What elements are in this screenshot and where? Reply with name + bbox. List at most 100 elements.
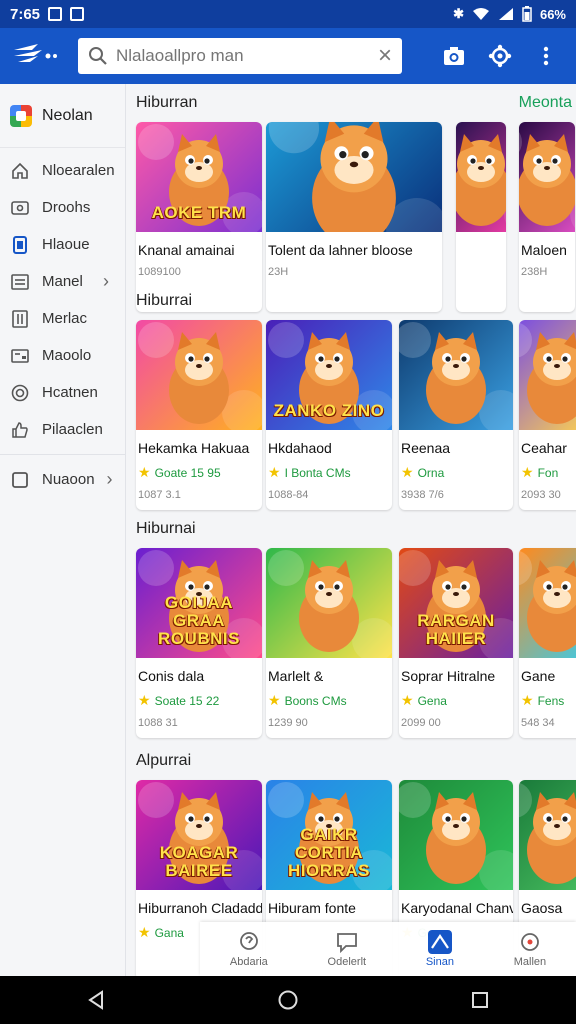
sidebar-divider — [0, 454, 125, 455]
bottom-nav-label: Mallen — [513, 956, 547, 968]
recents-icon[interactable] — [466, 986, 494, 1014]
sidebar-item-label: Maoolo — [42, 347, 92, 364]
sidebar-item-6[interactable]: Maoolo — [0, 337, 125, 374]
game-meta: 2099 00 — [401, 717, 441, 729]
sidebar: Neolan Nloearalen Droohs Hlaoue Manel › Merla… — [0, 84, 126, 976]
sidebar-item-9[interactable]: Nuaoon › — [0, 461, 125, 498]
game-character-icon — [268, 122, 442, 232]
game-card[interactable]: Marlelt & ★ Boons CMs 1239 90 — [266, 548, 392, 738]
game-rating-text: Orna — [417, 465, 445, 480]
notification-icon — [48, 7, 63, 21]
sidebar-item-label: Nloearalen — [42, 162, 115, 179]
card-icon — [10, 346, 30, 366]
sidebar-item-4[interactable]: Manel › — [0, 263, 125, 300]
system-navigation-bar — [0, 976, 576, 1024]
home-icon — [10, 161, 30, 181]
game-card[interactable]: Gane ★ Fens 548 34 — [519, 548, 576, 738]
play-store-icon — [10, 104, 32, 127]
bottom-nav-item[interactable]: Odelerlt — [328, 930, 366, 968]
sidebar-item-label: Hcatnen — [42, 384, 98, 401]
chevron-right-icon: › — [103, 271, 109, 291]
game-thumbnail — [399, 780, 513, 890]
camera-icon[interactable] — [442, 44, 466, 68]
gamepad-icon[interactable] — [488, 44, 512, 68]
navigate-icon — [427, 930, 452, 954]
game-character-icon — [138, 322, 262, 430]
game-card[interactable]: GOIJAA GRAA ROUBNIS Conis dala ★ Soate 15 2… — [136, 548, 262, 738]
game-rating: ★ Orna — [399, 456, 513, 481]
sidebar-item-label: Manel — [42, 273, 83, 290]
more-options-icon[interactable] — [534, 44, 558, 68]
list-icon — [10, 272, 30, 292]
game-rating-text: I Bonta CMs — [284, 465, 351, 480]
game-card[interactable]: Reenaa ★ Orna 3938 7/6 — [399, 320, 513, 510]
game-thumbnail — [519, 122, 575, 232]
game-thumbnail-text: KOAGAR BAIREE — [159, 843, 239, 881]
game-card[interactable] — [456, 122, 506, 312]
sidebar-item-8[interactable]: Pilaaclen — [0, 411, 125, 448]
game-thumbnail: GOIJAA GRAA ROUBNIS — [136, 548, 262, 658]
clear-search-icon[interactable]: × — [378, 44, 392, 68]
main-content[interactable]: Hiburran Meonta AOKE TRM Knanal amainai 1089… — [126, 84, 576, 976]
sidebar-item-5[interactable]: Merlac — [0, 300, 125, 337]
game-title: Hkdahaod — [268, 440, 332, 456]
sidebar-item-3[interactable]: Hlaoue — [0, 226, 125, 263]
game-rating-text: Gana — [154, 925, 184, 940]
game-rating: ★ Fens — [519, 684, 576, 709]
app-logo-icon[interactable] — [12, 38, 62, 74]
status-time: 7:65 — [10, 5, 41, 23]
game-thumbnail — [519, 320, 576, 430]
game-title: Hiburam fonte — [268, 900, 356, 916]
game-thumbnail — [266, 548, 392, 658]
game-thumbnail: KOAGAR BAIREE — [136, 780, 262, 890]
sidebar-item-1[interactable]: Nloearalen — [0, 152, 125, 189]
signal-icon — [498, 8, 513, 20]
star-icon: ★ — [401, 692, 414, 708]
game-card[interactable]: Hekamka Hakuaa ★ Goate 15 95 1087 3.1 — [136, 320, 262, 510]
game-card[interactable]: RARGAN HAIIER Soprar Hitralne ★ Gena 2099 00 — [399, 548, 513, 738]
game-title: Soprar Hitralne — [401, 668, 496, 684]
game-card[interactable]: AOKE TRM Knanal amainai 1089100 — [136, 122, 262, 312]
bottom-nav-item[interactable]: Sinan — [426, 930, 454, 968]
game-card[interactable]: Maloen 238H — [519, 122, 575, 312]
back-icon[interactable] — [82, 986, 110, 1014]
section-title: Hiburrai — [136, 292, 193, 309]
game-title: Knanal amainai — [138, 242, 235, 258]
bottom-nav-item[interactable]: Abdaria — [230, 930, 268, 968]
section-more-link[interactable]: Meonta — [519, 94, 572, 112]
game-title: Gaosa — [521, 900, 563, 916]
settings-icon — [10, 198, 30, 218]
camera-notification-icon — [70, 7, 85, 21]
section-title: Alpurrai — [136, 752, 192, 769]
game-title: Hiburranoh Cladadde — [138, 900, 262, 916]
search-bar[interactable]: × — [78, 38, 402, 74]
game-thumbnail — [266, 122, 442, 232]
circle-icon — [10, 383, 30, 403]
info-icon — [518, 930, 542, 954]
app-bar: × — [0, 28, 576, 84]
bluetooth-icon: ✱ — [453, 6, 464, 21]
game-thumbnail-text: ZANKO ZINO — [273, 401, 385, 421]
game-card[interactable]: Ceahar ★ Fon 2093 30 — [519, 320, 576, 510]
star-icon: ★ — [268, 464, 281, 480]
game-card[interactable]: ZANKO ZINO Hkdahaod ★ I Bonta CMs 1088-84 — [266, 320, 392, 510]
sidebar-header[interactable]: Neolan — [0, 84, 125, 148]
game-rating-text: Fens — [537, 693, 565, 708]
sidebar-item-label: Pilaaclen — [42, 421, 103, 438]
game-title: Ceahar — [521, 440, 567, 456]
game-card[interactable]: Tolent da lahner bloose 23H — [266, 122, 442, 312]
thumbs-up-icon — [10, 420, 30, 440]
sidebar-item-2[interactable]: Droohs — [0, 189, 125, 226]
game-rating: ★ Soate 15 22 — [136, 684, 262, 709]
bottom-nav-item[interactable]: Mallen — [514, 930, 546, 968]
game-meta: 1089100 — [138, 266, 181, 278]
chevron-right-icon: › — [106, 469, 113, 489]
star-icon: ★ — [521, 464, 534, 480]
game-meta: 23H — [268, 266, 289, 278]
sidebar-item-7[interactable]: Hcatnen — [0, 374, 125, 411]
home-button-icon[interactable] — [274, 986, 302, 1014]
game-thumbnail: ZANKO ZINO — [266, 320, 392, 430]
search-input[interactable] — [116, 46, 378, 66]
star-icon: ★ — [138, 924, 151, 940]
star-icon: ★ — [138, 464, 151, 480]
